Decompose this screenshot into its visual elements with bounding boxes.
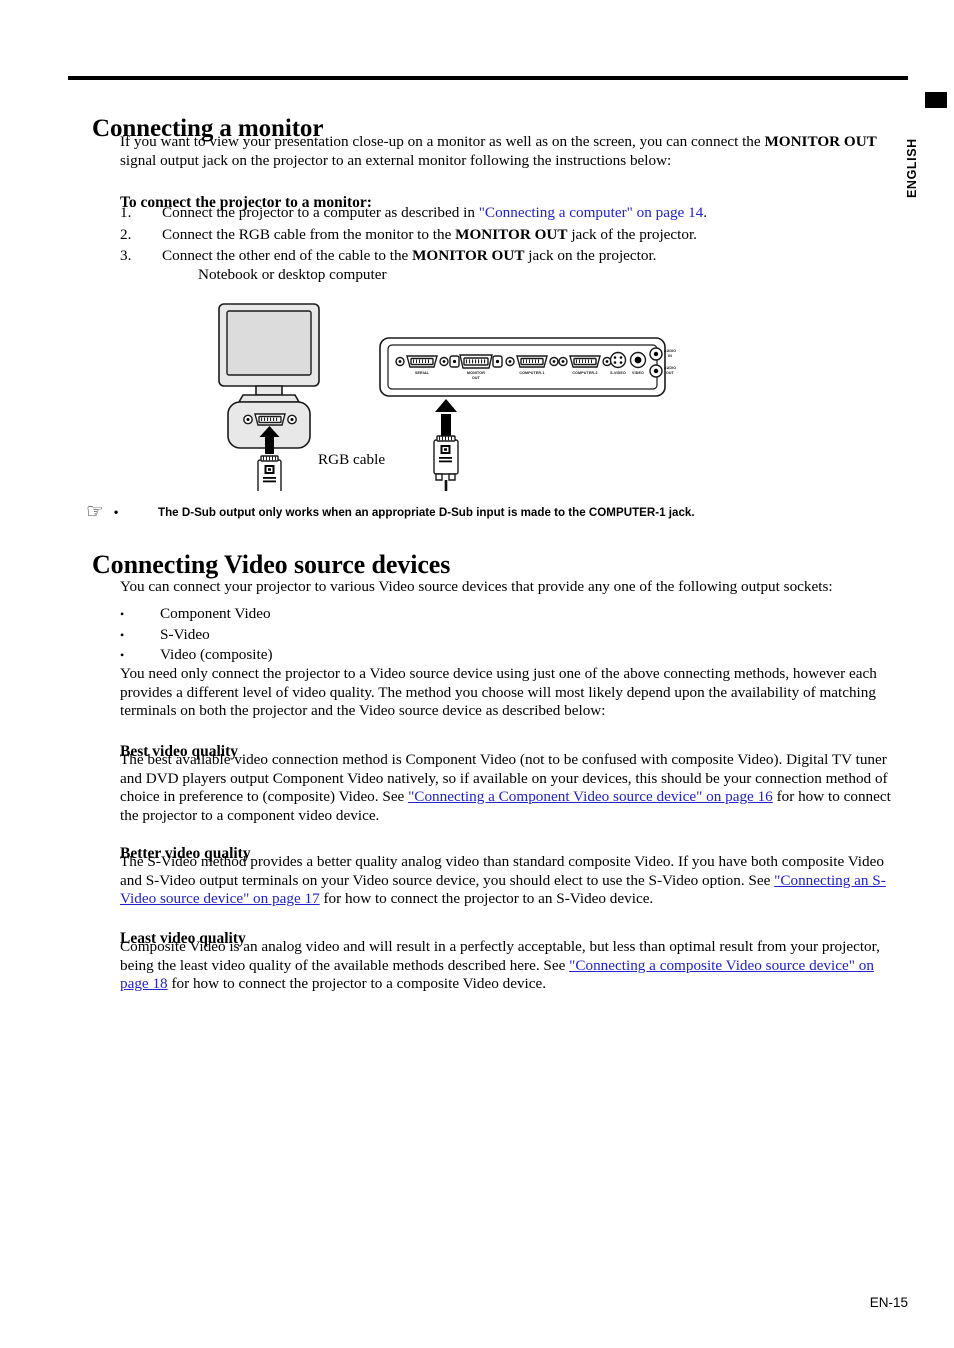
step-bold: MONITOR OUT: [455, 225, 568, 243]
port-label-audio-in-line2: IN: [668, 354, 672, 358]
step-text-before: Connect the other end of the cable to th…: [162, 247, 413, 264]
monitor-vga-housing: [227, 401, 311, 454]
list-item: • Component Video: [120, 604, 620, 625]
step-number: 1.: [120, 204, 132, 221]
vga-plug-right: [433, 435, 459, 481]
port-label-video: VIDEO: [632, 371, 644, 375]
port-label-audio-in-line1: AUDIO: [664, 349, 676, 353]
video-methods-paragraph: You need only connect the projector to a…: [120, 665, 877, 720]
port-computer-2: COMPUTER-2: [558, 355, 612, 375]
page-footer: EN-15: [869, 1295, 908, 1310]
monitor-intro-paragraph: If you want to view your presentation cl…: [120, 133, 902, 170]
vga-plug-left: [257, 455, 282, 491]
better-text-before: The S-Video method provides a better qua…: [120, 853, 884, 889]
list-item: 3. Connect the other end of the cable to…: [120, 245, 910, 267]
port-label-serial: SERIAL: [415, 371, 430, 375]
step-text-after: .: [703, 204, 708, 221]
step-text: Connect the other end of the cable to th…: [162, 245, 910, 267]
note-bullet: •: [114, 505, 119, 519]
pointing-hand-icon: ☞: [86, 501, 104, 523]
list-item: 1. Connect the projector to a computer a…: [120, 202, 910, 224]
step-text-after: jack of the projector.: [567, 225, 697, 243]
list-item: 2. Connect the RGB cable from the monito…: [120, 224, 910, 246]
section-heading-connecting-video-source-devices: Connecting Video source devices: [92, 550, 451, 580]
monitor-illustration: [218, 303, 320, 403]
arrow-up-projector: [435, 399, 457, 436]
projector-panel-illustration: SERIAL MONITOR OUT COMPUTER-1 COMPUTER-2…: [379, 337, 676, 397]
port-label-monitor-out-line1: MONITOR: [467, 371, 485, 375]
port-audio-out: AUDIO OUT: [649, 364, 676, 378]
port-label-computer-2: COMPUTER-2: [572, 371, 597, 375]
note-text: The D-Sub output only works when an appr…: [158, 505, 695, 519]
step-text: Connect the RGB cable from the monitor t…: [162, 224, 910, 246]
connection-diagram: Notebook or desktop computer RGB cable .…: [186, 266, 686, 491]
best-video-quality-paragraph: The best available video connection meth…: [120, 751, 902, 825]
bullet-label: Component Video: [160, 605, 271, 622]
language-tab-label: ENGLISH: [905, 138, 919, 198]
port-audio-in: AUDIO IN: [649, 347, 676, 361]
step-text-before: Connect the projector to a computer as d…: [162, 204, 479, 221]
least-video-quality-paragraph: Composite Video is an analog video and w…: [120, 938, 902, 994]
port-label-monitor-out-line2: OUT: [472, 376, 481, 380]
step-text-before: Connect the RGB cable from the monitor t…: [162, 225, 456, 243]
monitor-intro-text-1: If you want to view your presentation cl…: [120, 133, 765, 150]
step-number: 2.: [120, 225, 132, 243]
step-text: Connect the projector to a computer as d…: [162, 202, 910, 224]
port-serial: SERIAL: [395, 355, 449, 375]
video-socket-list: • Component Video • S-Video • Video (com…: [120, 604, 620, 666]
note-d-sub-output: ☞ • The D-Sub output only works when an …: [86, 500, 886, 524]
bullet-label: S-Video: [160, 625, 210, 643]
step-number: 3.: [120, 247, 132, 264]
better-video-quality-paragraph: The S-Video method provides a better qua…: [120, 853, 902, 909]
monitor-intro-bold: MONITOR OUT: [764, 133, 877, 150]
video-intro-paragraph: You can connect your projector to variou…: [120, 578, 833, 595]
port-video: VIDEO: [629, 351, 647, 375]
bullet-label: Video (composite): [160, 646, 273, 663]
xref-connecting-a-component-video-source-device[interactable]: "Connecting a Component Video source dev…: [408, 788, 773, 805]
step-text-after: jack on the projector.: [524, 247, 657, 264]
monitor-intro-text-2: signal output jack on the projector to a…: [120, 151, 672, 169]
bullet-marker: •: [120, 627, 125, 642]
port-monitor-out: MONITOR OUT: [449, 354, 503, 380]
language-tab-marker: [925, 92, 947, 108]
port-label-audio-out-line1: AUDIO: [664, 366, 676, 370]
xref-connecting-a-computer[interactable]: "Connecting a computer" on page 14: [479, 204, 704, 221]
list-item: • Video (composite): [120, 645, 620, 666]
port-computer-1: COMPUTER-1: [505, 355, 559, 375]
bullet-marker: •: [120, 607, 125, 621]
port-label-s-video: S-VIDEO: [610, 371, 626, 375]
bullet-marker: •: [120, 648, 125, 662]
header-rule: [68, 76, 908, 80]
least-text-after: for how to connect the projector to a co…: [167, 975, 547, 993]
port-s-video: S-VIDEO: [609, 351, 627, 375]
better-text-after: for how to connect the projector to an S…: [319, 890, 654, 908]
step-bold: MONITOR OUT: [412, 247, 525, 264]
document-page: ENGLISH Connecting a monitor If you want…: [0, 0, 954, 1348]
list-item: • S-Video: [120, 625, 620, 646]
diagram-graphic: .ln { fill:none; stroke:#1a1a1a; stroke-…: [218, 303, 676, 491]
port-label-audio-out-line2: OUT: [666, 371, 675, 375]
port-label-computer-1: COMPUTER-1: [519, 371, 544, 375]
monitor-steps-list: 1. Connect the projector to a computer a…: [120, 202, 910, 267]
rgb-cable-path: [444, 480, 448, 491]
